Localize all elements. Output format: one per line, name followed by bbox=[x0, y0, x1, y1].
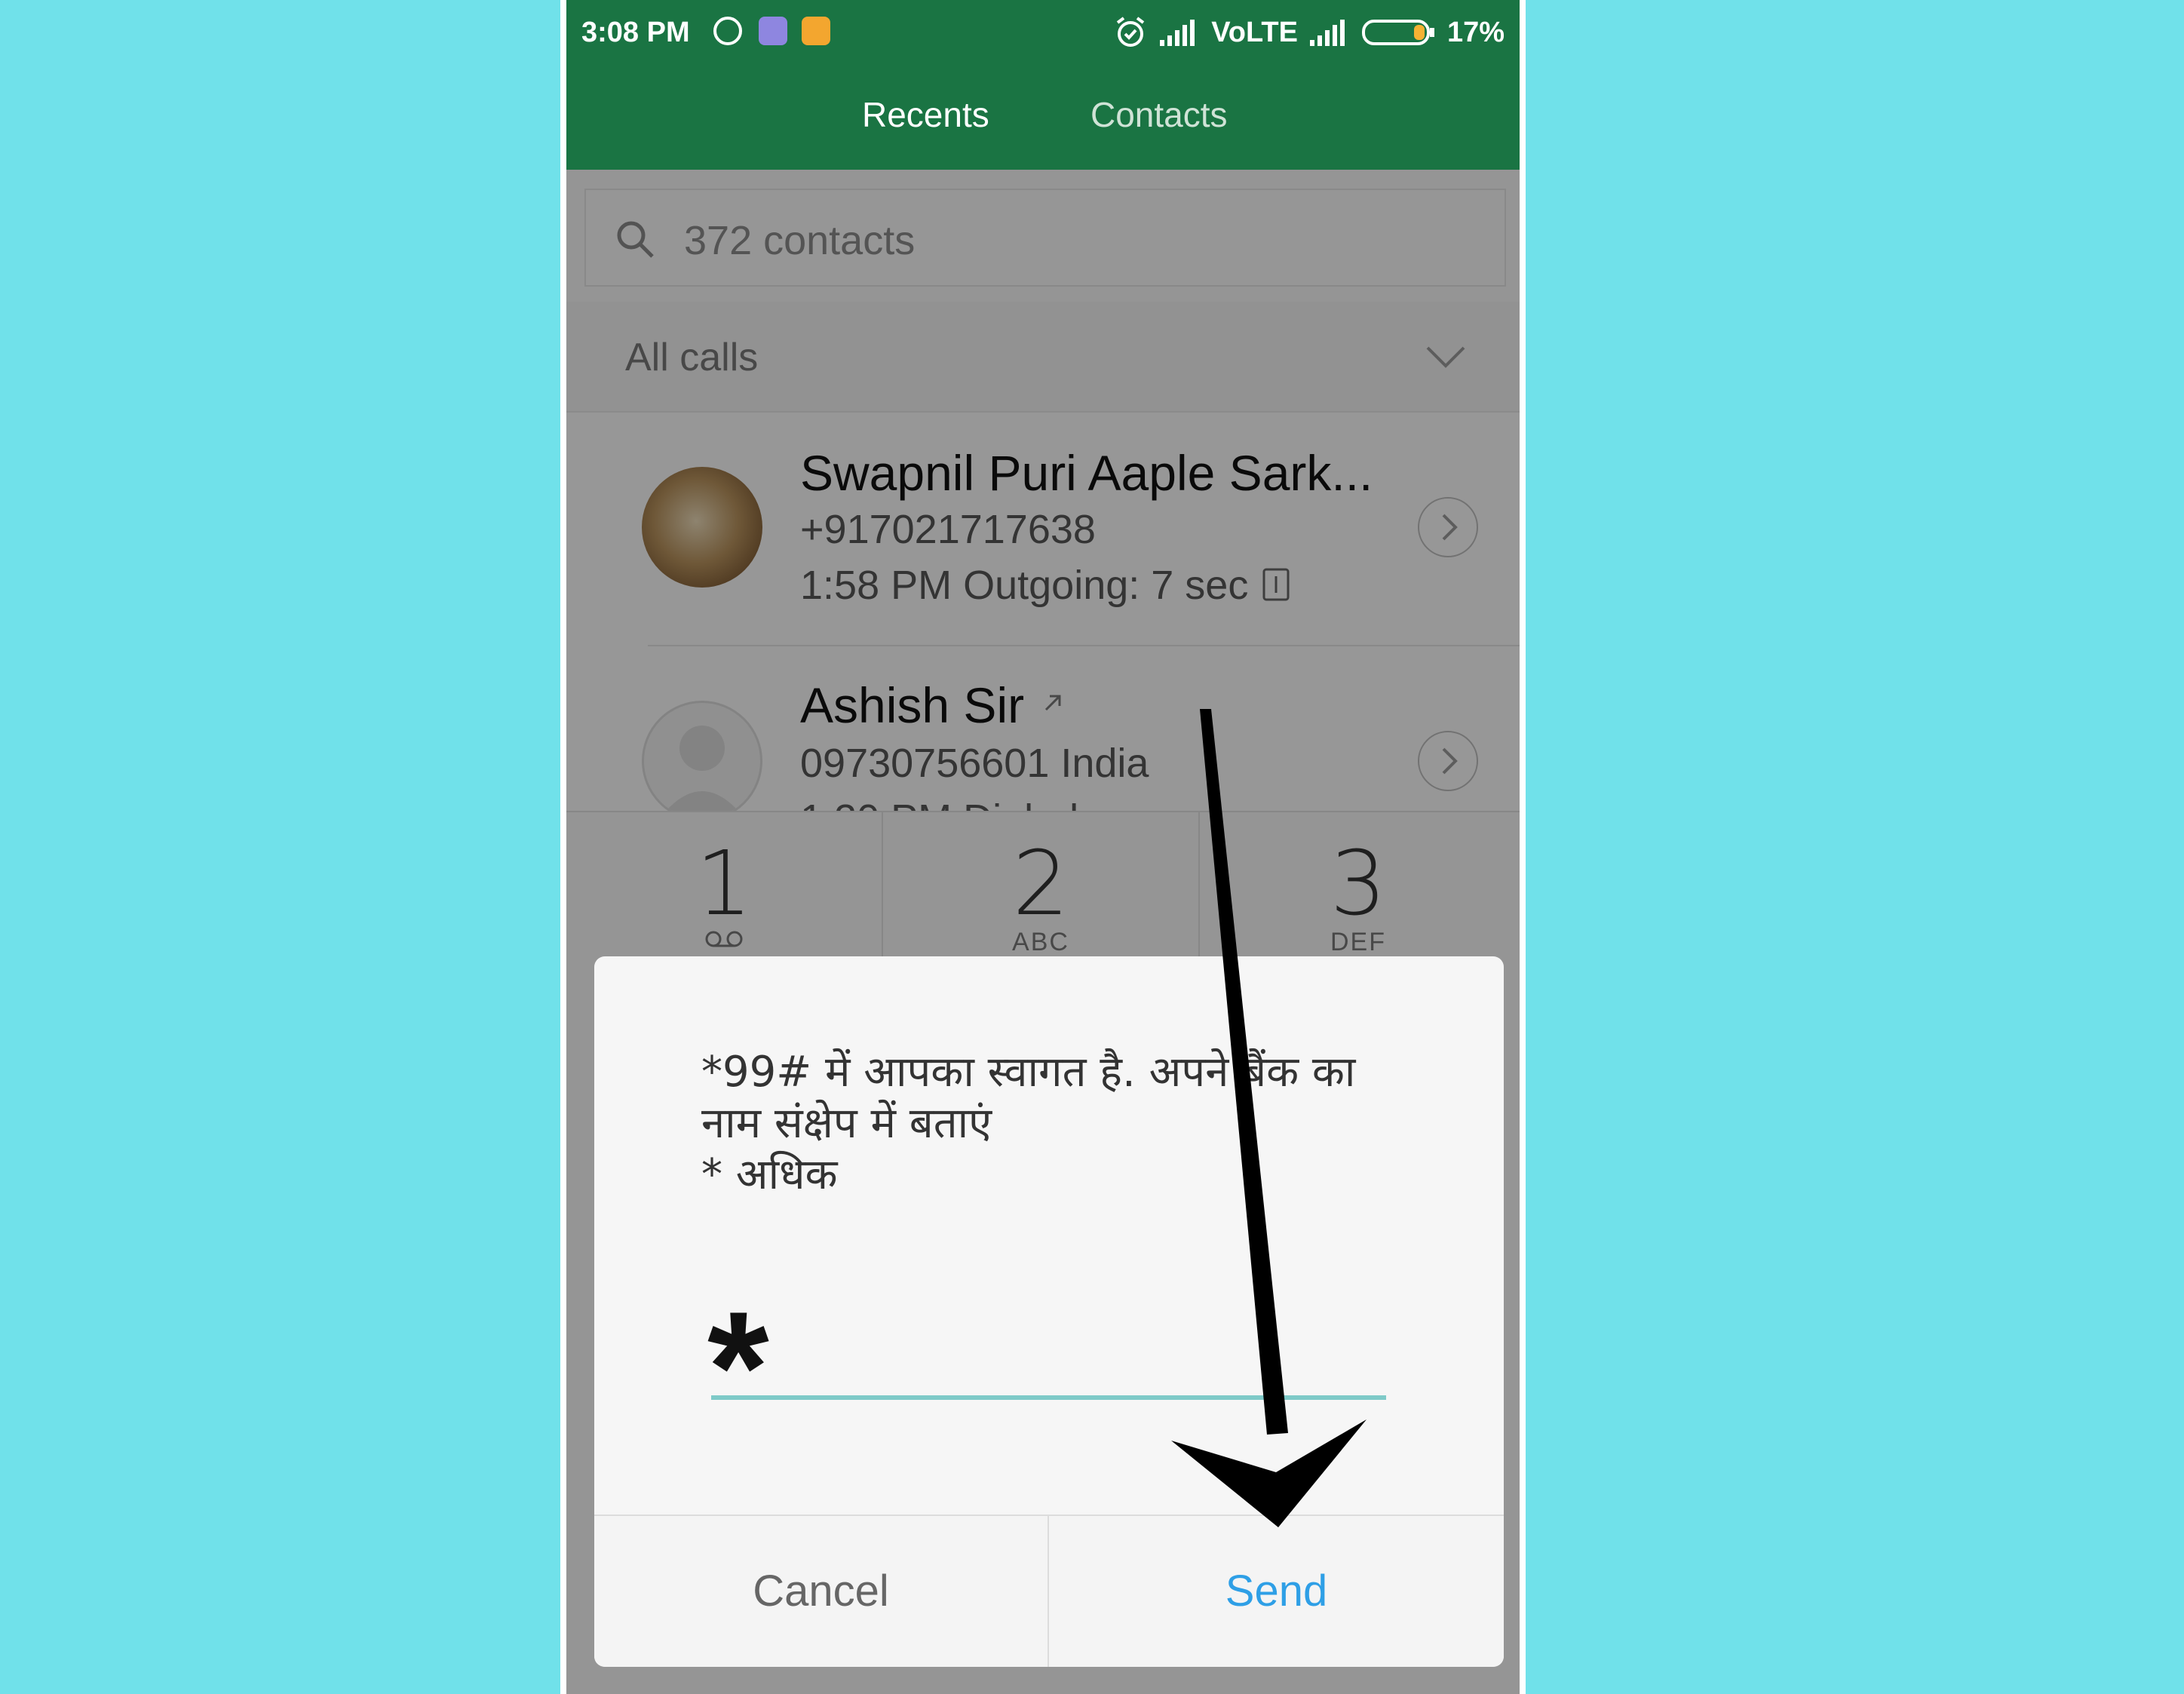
app-icon bbox=[759, 17, 787, 45]
input-underline bbox=[711, 1395, 1386, 1400]
whatsapp-icon bbox=[713, 17, 742, 45]
cancel-button[interactable]: Cancel bbox=[594, 1516, 1049, 1667]
tab-bar: Recents Contacts bbox=[566, 94, 1520, 140]
send-button[interactable]: Send bbox=[1049, 1516, 1504, 1667]
message-line: * अधिक bbox=[701, 1150, 838, 1199]
status-right: VoLTE 17% bbox=[1113, 15, 1505, 50]
ussd-reply-input[interactable]: * bbox=[707, 1288, 769, 1447]
network-label: VoLTE bbox=[1211, 16, 1298, 48]
dialog-button-bar: Cancel Send bbox=[594, 1514, 1504, 1667]
tab-recents[interactable]: Recents bbox=[862, 94, 989, 135]
message-line: नाम संक्षेप में बताएं bbox=[701, 1099, 992, 1148]
signal-icon bbox=[1160, 20, 1195, 46]
alarm-icon bbox=[1117, 17, 1145, 47]
battery-icon bbox=[1361, 20, 1434, 45]
battery-percent: 17% bbox=[1446, 16, 1505, 48]
message-line: *99# में आपका स्वागत है. अपने बैंक का bbox=[701, 1048, 1356, 1097]
signal-icon bbox=[1309, 20, 1345, 46]
app-bar: 3:08 PM VoLTE 17% Recents Contacts bbox=[566, 0, 1520, 170]
ussd-message: *99# में आपका स्वागत है. अपने बैंक का ना… bbox=[701, 1047, 1380, 1201]
app-icon bbox=[802, 17, 830, 45]
phone-screen: 3:08 PM VoLTE 17% Recents Contacts 372 c… bbox=[560, 0, 1526, 1694]
status-time: 3:08 PM bbox=[581, 17, 690, 48]
tab-contacts[interactable]: Contacts bbox=[1090, 94, 1228, 135]
status-bar: 3:08 PM VoLTE 17% bbox=[566, 0, 1520, 66]
ussd-dialog: *99# में आपका स्वागत है. अपने बैंक का ना… bbox=[594, 956, 1504, 1667]
